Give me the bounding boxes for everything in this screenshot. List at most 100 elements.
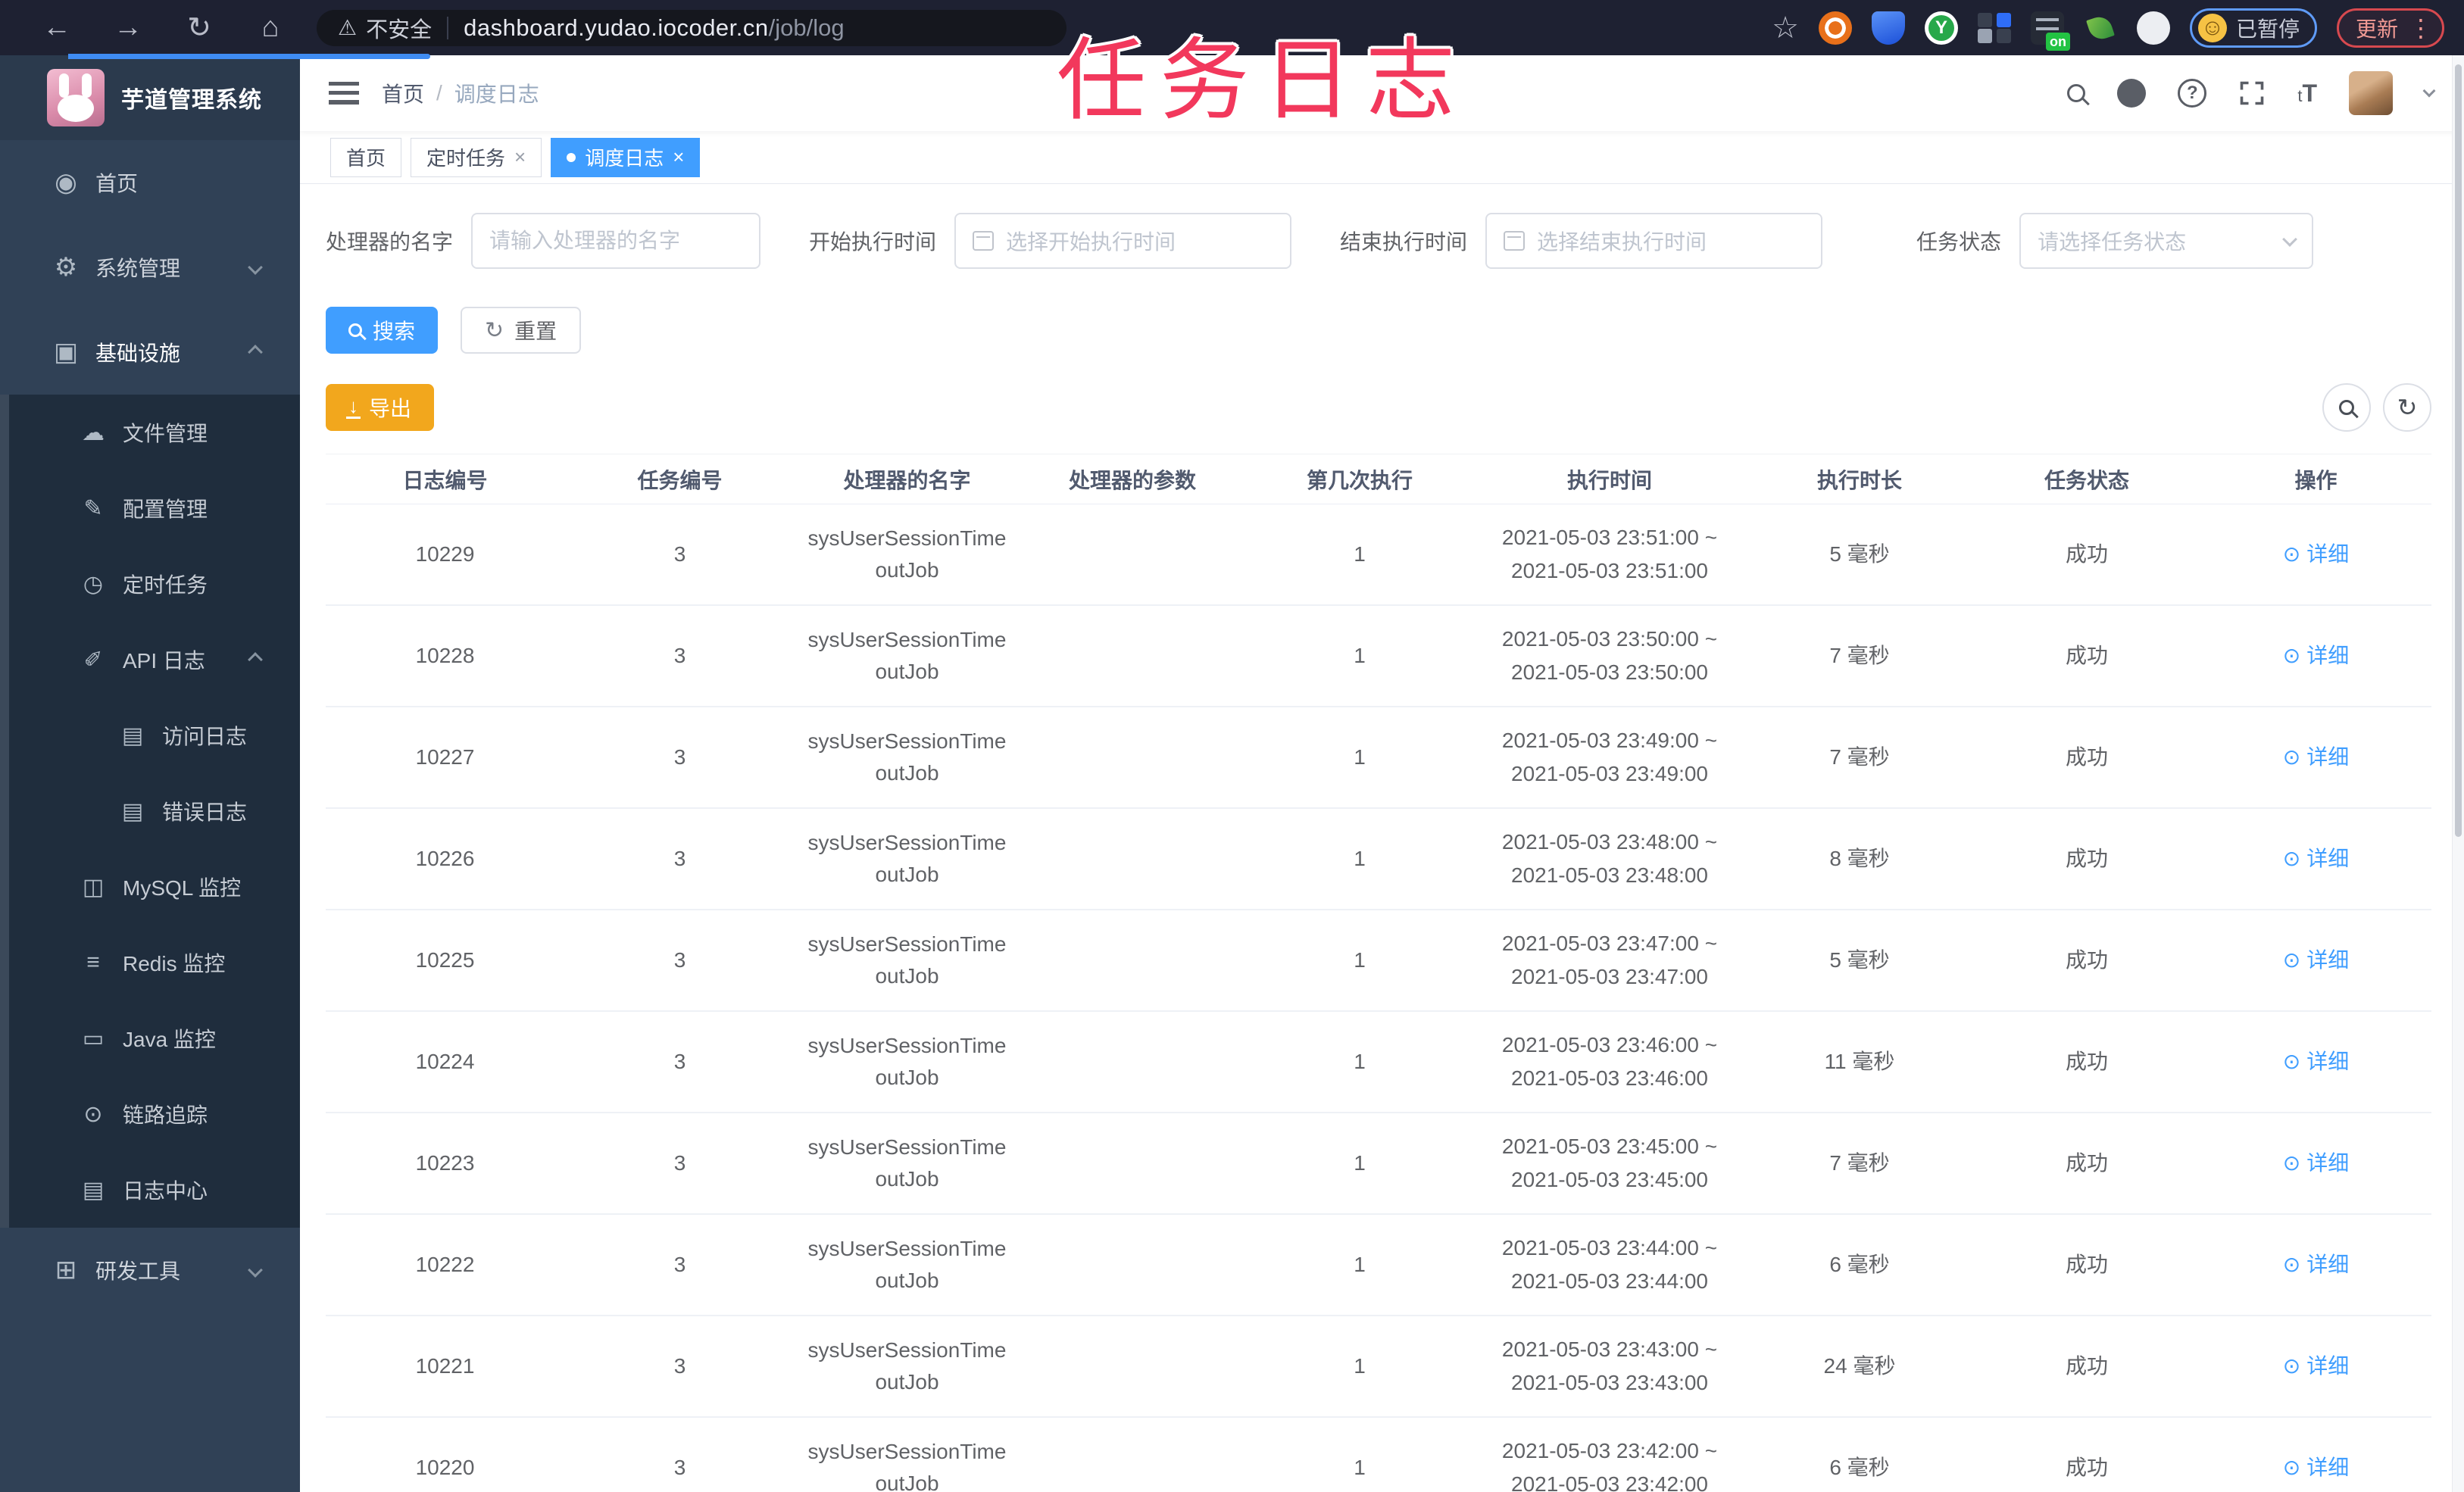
detail-link[interactable]: ⊙ 详细	[2283, 1147, 2349, 1180]
cell-execute-time: 2021-05-03 23:42:00 ~2021-05-03 23:42:00	[1501, 1439, 1718, 1492]
reset-button[interactable]: ↻ 重置	[461, 307, 582, 354]
close-icon[interactable]: ×	[514, 145, 526, 169]
sidebar-item-java-monitor[interactable]: ▭ Java 监控	[0, 1000, 300, 1076]
sidebar-collapse-icon[interactable]	[329, 82, 359, 105]
cell-duration: 5 毫秒	[1829, 542, 1890, 566]
cell-execute-count: 1	[1354, 1456, 1366, 1479]
browser-menu-kebab-icon[interactable]: ⋮	[2409, 14, 2433, 42]
extension-leaf-icon[interactable]	[2084, 11, 2117, 45]
detail-link[interactable]: ⊙ 详细	[2283, 741, 2349, 774]
sidebar-item-infrastructure[interactable]: ▣ 基础设施	[0, 310, 300, 395]
detail-link[interactable]: ⊙ 详细	[2283, 1350, 2349, 1383]
cell-task-id: 3	[673, 948, 686, 972]
browser-update-button[interactable]: 更新 ⋮	[2336, 8, 2444, 48]
breadcrumb-home[interactable]: 首页	[382, 78, 424, 108]
detail-link[interactable]: ⊙ 详细	[2283, 842, 2349, 876]
download-icon: ↓	[346, 395, 361, 419]
detail-link[interactable]: ⊙ 详细	[2283, 944, 2349, 977]
sidebar-item-mysql-monitor[interactable]: ◫ MySQL 监控	[0, 849, 300, 925]
eye-icon: ⊙	[2282, 1050, 2301, 1073]
eye-icon: ⊙	[2282, 644, 2301, 667]
column-header: 日志编号	[402, 468, 488, 492]
sidebar: 芋道管理系统 ◉ 首页 ⚙ 系统管理 ▣ 基础设施 ☁ 文件管理 ✎ 配置管理 …	[0, 55, 300, 1492]
extension-adblock-icon[interactable]	[1818, 11, 1852, 45]
timer-icon: ◷	[83, 571, 104, 597]
avatar-caret-icon[interactable]	[2422, 84, 2436, 98]
extension-shield-icon[interactable]	[1871, 11, 1905, 45]
extension-grid-icon[interactable]	[1977, 11, 2011, 45]
sidebar-item-label: 链路追踪	[123, 1103, 208, 1127]
filter-label: 处理器的名字	[326, 230, 454, 254]
cell-task-id: 3	[673, 745, 686, 769]
sidebar-item-access-log[interactable]: ▤ 访问日志	[0, 698, 300, 773]
help-icon[interactable]: ?	[2178, 79, 2207, 108]
detail-link[interactable]: ⊙ 详细	[2283, 1045, 2349, 1078]
job-status-select[interactable]: 请选择任务状态	[2019, 213, 2314, 269]
calendar-icon	[1504, 231, 1526, 251]
sidebar-item-dev-tools[interactable]: ⊞ 研发工具	[0, 1228, 300, 1313]
detail-link[interactable]: ⊙ 详细	[2283, 639, 2349, 673]
start-time-picker[interactable]: 选择开始执行时间	[954, 213, 1292, 269]
address-bar[interactable]: ⚠ 不安全 dashboard.yudao.iocoder.cn/job/log	[317, 9, 1066, 46]
refresh-table-button[interactable]: ↻	[2383, 383, 2431, 432]
scrollbar-thumb[interactable]	[2455, 64, 2462, 837]
tag-tab-job-log[interactable]: 调度日志 ×	[551, 137, 701, 177]
bookmark-star-icon[interactable]: ☆	[1772, 11, 1799, 45]
dashboard-icon: ◉	[55, 168, 77, 197]
eye-icon: ⊙	[2282, 1354, 2301, 1378]
sidebar-logo[interactable]: 芋道管理系统	[0, 55, 300, 140]
extensions-puzzle-icon[interactable]	[2136, 11, 2170, 45]
sidebar-item-error-log[interactable]: ▤ 错误日志	[0, 773, 300, 849]
cell-log-id: 10229	[415, 542, 475, 566]
extension-y-icon[interactable]: Y	[1924, 11, 1958, 45]
refresh-icon: ↻	[485, 317, 504, 343]
browser-profile-chip[interactable]: ☺ 已暂停	[2189, 8, 2317, 48]
tag-tab-home[interactable]: 首页	[330, 137, 402, 177]
cell-task-id: 3	[673, 644, 686, 667]
sidebar-item-config-manage[interactable]: ✎ 配置管理	[0, 470, 300, 546]
browser-home-icon[interactable]: ⌂	[235, 11, 306, 44]
close-icon[interactable]: ×	[673, 145, 684, 169]
extension-switch-icon[interactable]: on	[2030, 11, 2070, 51]
github-icon[interactable]	[2117, 79, 2147, 108]
sidebar-item-home[interactable]: ◉ 首页	[0, 140, 300, 225]
search-button[interactable]: 搜索	[326, 307, 439, 354]
sidebar-item-label: API 日志	[123, 649, 205, 673]
sidebar-item-log-center[interactable]: ▤ 日志中心	[0, 1152, 300, 1228]
sidebar-submenu-infrastructure: ☁ 文件管理 ✎ 配置管理 ◷ 定时任务 ✐ API 日志 ▤ 访问日志 ▤ 错…	[0, 395, 300, 1228]
browser-forward-icon[interactable]: →	[92, 11, 164, 44]
cell-task-id: 3	[673, 542, 686, 566]
sidebar-item-file-manage[interactable]: ☁ 文件管理	[0, 395, 300, 470]
cell-handler-name: sysUserSessionTimeoutJob	[807, 1440, 1007, 1492]
search-icon[interactable]	[2067, 84, 2086, 102]
browser-toolbar-right: ☆ Y on ☺ 已暂停 更新 ⋮	[1772, 8, 2444, 51]
sidebar-item-redis-monitor[interactable]: ≡ Redis 监控	[0, 925, 300, 1000]
fullscreen-icon[interactable]	[2238, 80, 2266, 107]
handler-name-input[interactable]	[471, 213, 761, 269]
chevron-down-icon	[248, 1263, 263, 1278]
cell-duration: 8 毫秒	[1829, 847, 1890, 870]
job-log-table: 日志编号 任务编号 处理器的名字 处理器的参数 第几次执行 执行时间 执行时长 …	[326, 454, 2431, 1492]
detail-link[interactable]: ⊙ 详细	[2283, 1451, 2349, 1484]
end-time-picker[interactable]: 选择结束执行时间	[1485, 213, 1823, 269]
column-header: 第几次执行	[1306, 468, 1413, 492]
detail-link[interactable]: ⊙ 详细	[2283, 1248, 2349, 1281]
detail-link[interactable]: ⊙ 详细	[2283, 538, 2349, 571]
tag-tab-scheduled-jobs[interactable]: 定时任务 ×	[411, 137, 542, 177]
filter-actions: 搜索 ↻ 重置	[326, 307, 2431, 354]
column-header: 处理器的名字	[843, 468, 971, 492]
sidebar-item-trace[interactable]: ⊙ 链路追踪	[0, 1076, 300, 1152]
export-button[interactable]: ↓ 导出	[326, 384, 435, 431]
user-avatar[interactable]	[2349, 71, 2393, 115]
filter-job-status: 任务状态 请选择任务状态	[1916, 213, 2314, 269]
sidebar-item-api-log[interactable]: ✐ API 日志	[0, 622, 300, 698]
toggle-search-button[interactable]	[2322, 383, 2371, 432]
cell-status: 成功	[2065, 1456, 2108, 1479]
address-divider	[447, 16, 449, 39]
browser-back-icon[interactable]: ←	[21, 11, 92, 44]
browser-reload-icon[interactable]: ↻	[164, 11, 235, 45]
sidebar-item-scheduled-jobs[interactable]: ◷ 定时任务	[0, 546, 300, 622]
sidebar-item-system-manage[interactable]: ⚙ 系统管理	[0, 225, 300, 310]
font-size-icon[interactable]: tT	[2297, 80, 2317, 108]
page-scrollbar[interactable]	[2452, 55, 2464, 1492]
